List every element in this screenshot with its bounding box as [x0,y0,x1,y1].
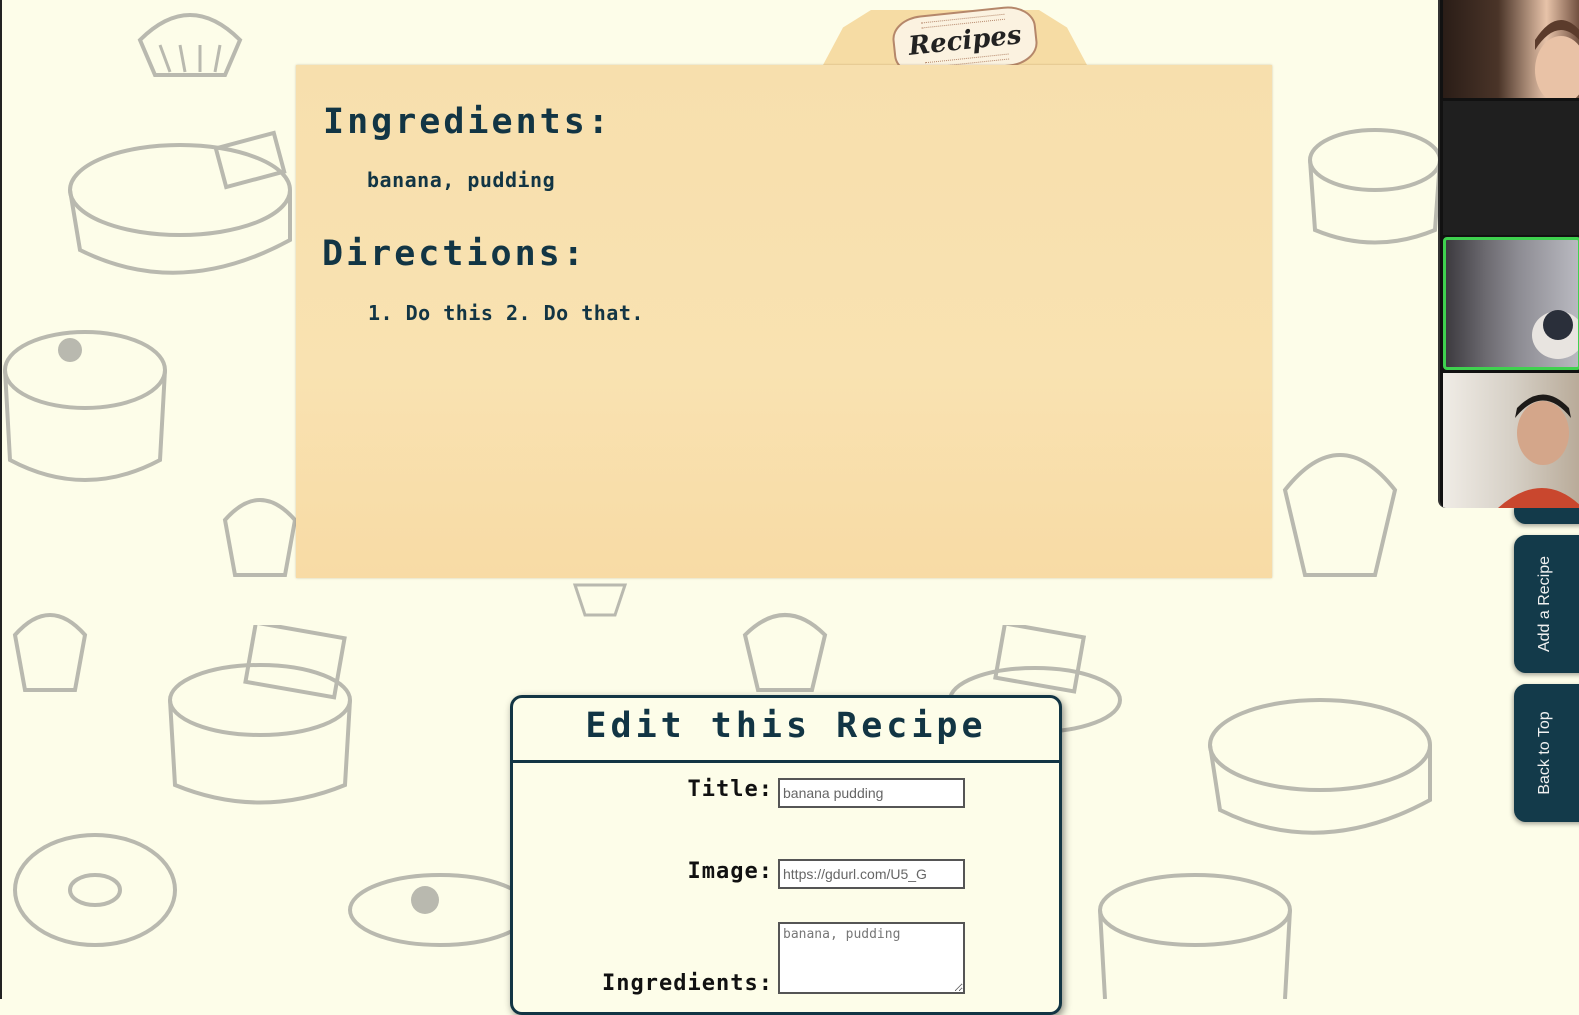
directions-text: 1. Do this 2. Do that. [368,301,644,325]
directions-heading: Directions: [322,234,587,274]
love-cake-sketch-icon [168,625,352,805]
video-tile-participant-4[interactable] [1443,373,1579,508]
image-url-input[interactable] [778,859,965,889]
cupcake-sketch-icon [222,498,298,577]
back-to-top-button[interactable]: Back to Top [1514,684,1579,822]
person-avatar-icon [1535,20,1579,98]
cake-sketch-icon [3,330,167,482]
recipe-card: Ingredients: banana, pudding Directions:… [296,65,1272,578]
title-input[interactable] [778,778,965,808]
ingredients-heading: Ingredients: [323,102,612,142]
love-cake-sketch-icon [1308,128,1442,245]
edit-recipe-form: Edit this Recipe Title: Image: Ingredien… [510,695,1062,1015]
person-avatar-icon [1498,394,1579,508]
cake-sketch-icon [1098,873,1292,999]
ingredients-textarea[interactable] [778,922,965,994]
edit-form-divider [513,760,1059,763]
cake-slice-sketch-icon [1208,698,1432,835]
add-recipe-button[interactable]: Add a Recipe [1514,535,1579,673]
cake-slice-sketch-icon [68,130,292,275]
ingredients-text: banana, pudding [367,168,556,192]
cupcake-sketch-icon [742,613,828,692]
person-avatar-icon [1532,310,1578,359]
cupcake-sketch-icon [137,13,243,77]
video-tile-participant-3[interactable] [1443,237,1579,370]
edit-recipe-heading: Edit this Recipe [585,706,987,746]
video-tile-participant-1[interactable] [1443,0,1579,98]
cupcake-sketch-icon [572,583,628,617]
back-to-top-label: Back to Top [1536,711,1553,795]
cupcake-sketch-icon [12,613,88,692]
image-label: Image: [687,859,773,884]
cupcake-sketch-icon [1282,453,1398,577]
video-tile-participant-2[interactable] [1443,101,1579,235]
title-label: Title: [687,777,773,802]
add-recipe-label: Add a Recipe [1536,555,1553,653]
donut-sketch-icon [13,833,177,947]
ingredients-label: Ingredients: [602,971,773,996]
video-call-panel[interactable] [1438,0,1579,508]
